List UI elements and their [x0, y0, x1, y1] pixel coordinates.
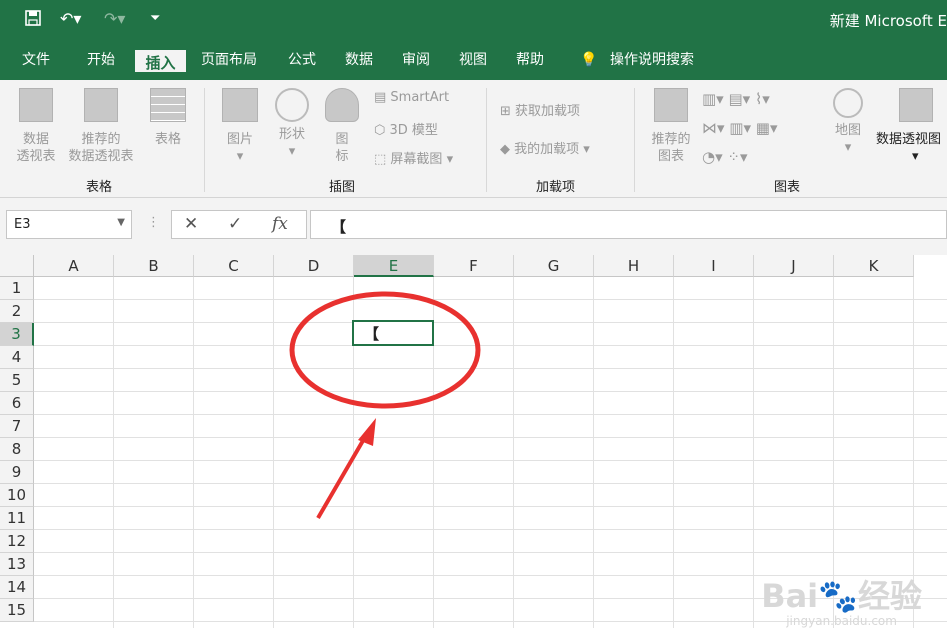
highlight-ellipse [289, 291, 481, 409]
arrow-shaft [316, 430, 370, 520]
red-annotation [289, 291, 481, 520]
paw-icon: 🐾 [818, 577, 858, 615]
watermark: Bai🐾经验 jingyan.baidu.com [761, 577, 922, 628]
